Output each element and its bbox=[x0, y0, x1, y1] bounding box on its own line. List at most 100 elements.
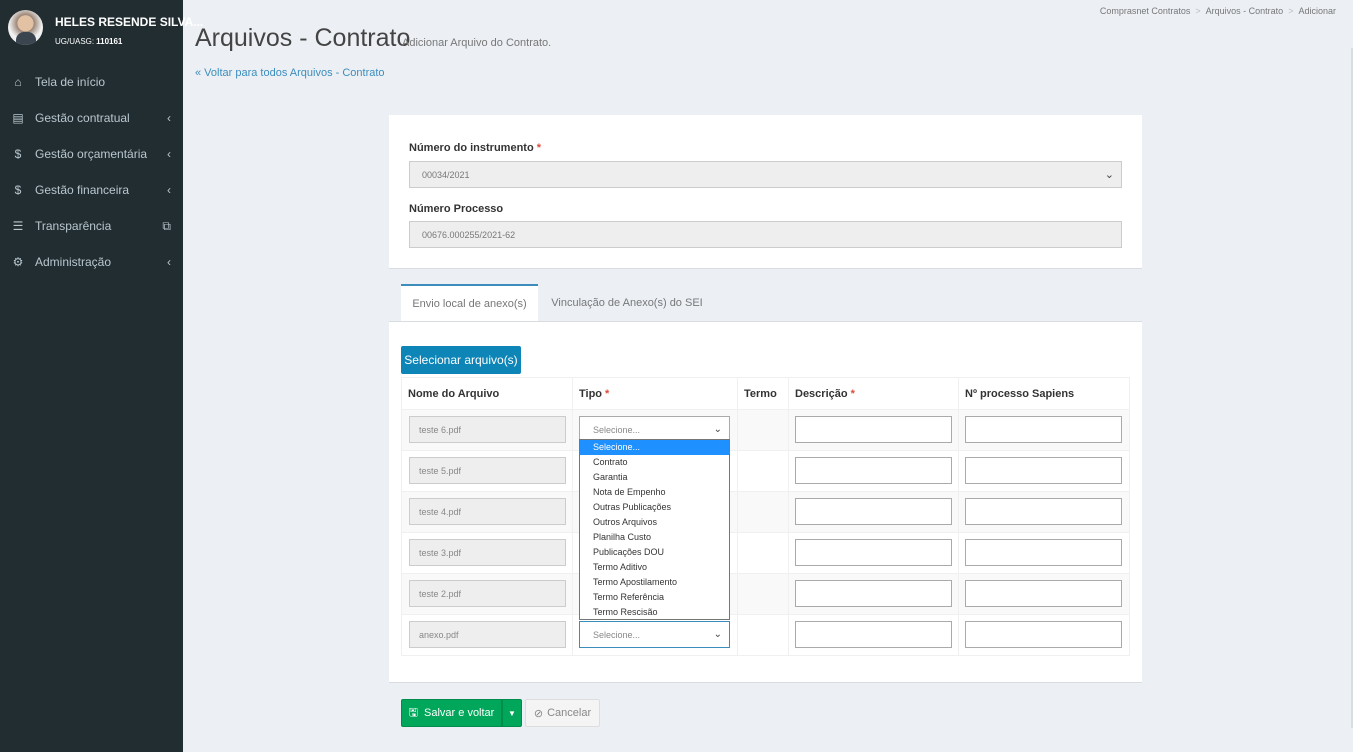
processo-sapiens-input[interactable] bbox=[965, 498, 1122, 525]
avatar[interactable] bbox=[8, 10, 43, 45]
file-name: teste 5.pdf bbox=[419, 465, 462, 476]
cancel-label: Cancelar bbox=[547, 707, 592, 719]
save-options-toggle[interactable]: ▼ bbox=[502, 699, 522, 727]
instrumento-label-text: Número do instrumento bbox=[409, 142, 534, 154]
col-nome-arquivo-header: Nome do Arquivo bbox=[401, 378, 572, 409]
user-ug: UG/UASG: 110161 bbox=[55, 37, 122, 46]
processo-value: 00676.000255/2021-62 bbox=[422, 229, 516, 240]
select-files-button[interactable]: Selecionar arquivo(s) bbox=[401, 346, 521, 374]
dropdown-option[interactable]: Publicações DOU bbox=[580, 545, 729, 560]
dropdown-option[interactable]: Termo Rescisão bbox=[580, 605, 729, 620]
processo-sapiens-input[interactable] bbox=[965, 457, 1122, 484]
file-name: anexo.pdf bbox=[419, 629, 459, 640]
chevron-left-icon: ‹ bbox=[167, 111, 171, 125]
save-button[interactable]: 🖫 Salvar e voltar bbox=[401, 699, 502, 727]
processo-label: Número Processo bbox=[409, 203, 504, 215]
column-divider bbox=[572, 377, 573, 655]
descricao-input[interactable] bbox=[795, 539, 952, 566]
file-name: teste 6.pdf bbox=[419, 424, 462, 435]
tipo-dropdown-list[interactable]: Selecione... Contrato Garantia Nota de Empe… bbox=[579, 439, 730, 620]
dollar-icon: $ bbox=[14, 147, 22, 161]
required-mark: * bbox=[605, 387, 610, 400]
file-name-field: teste 3.pdf bbox=[409, 539, 566, 566]
chevron-down-icon: ⌄ bbox=[1104, 169, 1114, 181]
sidebar: HELES RESENDE SILVA... UG/UASG: 110161 ⌂ T… bbox=[0, 0, 203, 752]
instrumento-label: Número do instrumento * bbox=[409, 142, 541, 154]
sidebar-item-gestao-financeira[interactable]: $ Gestão financeira ‹ bbox=[0, 172, 183, 208]
tab-envio-local[interactable]: Envio local de anexo(s) bbox=[401, 284, 538, 322]
file-name: teste 3.pdf bbox=[419, 547, 462, 558]
dropdown-option[interactable]: Termo Apostilamento bbox=[580, 575, 729, 590]
chevron-left-icon: ‹ bbox=[167, 183, 171, 197]
tab-vinculacao-sei[interactable]: Vinculação de Anexo(s) do SEI bbox=[541, 284, 713, 322]
sidebar-item-gestao-orcamentaria[interactable]: $ Gestão orçamentária ‹ bbox=[0, 136, 183, 172]
caret-down-icon: ▼ bbox=[508, 708, 516, 718]
processo-sapiens-input[interactable] bbox=[965, 539, 1122, 566]
external-link-icon: ⧉ bbox=[162, 218, 171, 233]
sidebar-item-label: Tela de início bbox=[35, 75, 106, 89]
file-name-field: teste 4.pdf bbox=[409, 498, 566, 525]
col-processo-sapiens-header: Nº processo Sapiens bbox=[958, 378, 1130, 409]
dropdown-option[interactable]: Outros Arquivos bbox=[580, 515, 729, 530]
sidebar-item-label: Gestão contratual bbox=[35, 111, 130, 125]
dropdown-option[interactable]: Selecione... bbox=[580, 440, 729, 455]
breadcrumb-current: Adicionar bbox=[1298, 6, 1336, 16]
sidebar-item-gestao-contratual[interactable]: ▤ Gestão contratual ‹ bbox=[0, 100, 183, 136]
dropdown-option[interactable]: Contrato bbox=[580, 455, 729, 470]
dropdown-option[interactable]: Nota de Empenho bbox=[580, 485, 729, 500]
save-label: Salvar e voltar bbox=[424, 707, 495, 719]
processo-sapiens-input[interactable] bbox=[965, 580, 1122, 607]
dropdown-option[interactable]: Termo Referência bbox=[580, 590, 729, 605]
ug-label: UG/UASG: bbox=[55, 37, 95, 46]
file-name-field: teste 5.pdf bbox=[409, 457, 566, 484]
descricao-input[interactable] bbox=[795, 621, 952, 648]
processo-sapiens-input[interactable] bbox=[965, 416, 1122, 443]
dropdown-option[interactable]: Termo Aditivo bbox=[580, 560, 729, 575]
col-descricao-header: Descrição * bbox=[788, 378, 958, 409]
file-text-icon: ▤ bbox=[12, 111, 24, 125]
column-divider bbox=[737, 377, 738, 655]
required-mark: * bbox=[536, 142, 542, 154]
column-label: Descrição bbox=[795, 387, 848, 400]
chevron-down-icon: ⌄ bbox=[713, 424, 722, 435]
tipo-value: Selecione... bbox=[593, 629, 641, 640]
tipo-select[interactable]: Selecione... ⌄ bbox=[579, 621, 730, 648]
col-tipo-header: Tipo * bbox=[572, 378, 737, 409]
col-termo-header: Termo bbox=[737, 378, 788, 409]
user-name: HELES RESENDE SILVA... bbox=[55, 15, 204, 29]
sidebar-item-label: Gestão orçamentária bbox=[35, 147, 148, 161]
breadcrumb-sep: > bbox=[1288, 6, 1294, 16]
chevron-down-icon: ⌄ bbox=[713, 629, 722, 640]
dropdown-option[interactable]: Planilha Custo bbox=[580, 530, 729, 545]
column-label: Nº processo Sapiens bbox=[965, 387, 1075, 400]
dropdown-option[interactable]: Outras Publicações bbox=[580, 500, 729, 515]
column-label: Nome do Arquivo bbox=[408, 387, 500, 400]
list-icon: ☰ bbox=[12, 219, 24, 233]
back-link[interactable]: « Voltar para todos Arquivos - Contrato bbox=[195, 67, 385, 79]
tipo-value: Selecione... bbox=[593, 424, 641, 435]
breadcrumb-arquivos[interactable]: Arquivos - Contrato bbox=[1206, 6, 1284, 16]
descricao-input[interactable] bbox=[795, 498, 952, 525]
sidebar-item-administracao[interactable]: ⚙ Administração ‹ bbox=[0, 244, 183, 280]
user-panel: HELES RESENDE SILVA... UG/UASG: 110161 bbox=[0, 0, 203, 60]
ug-value: 110161 bbox=[96, 37, 123, 46]
processo-field: 00676.000255/2021-62 bbox=[409, 221, 1122, 248]
dollar-icon: $ bbox=[14, 183, 22, 197]
sidebar-item-home[interactable]: ⌂ Tela de início bbox=[0, 64, 183, 100]
cancel-button[interactable]: ⊘ Cancelar bbox=[525, 699, 600, 727]
descricao-input[interactable] bbox=[795, 457, 952, 484]
required-mark: * bbox=[850, 387, 855, 400]
dropdown-option[interactable]: Garantia bbox=[580, 470, 729, 485]
sidebar-item-label: Gestão financeira bbox=[35, 183, 130, 197]
descricao-input[interactable] bbox=[795, 580, 952, 607]
column-divider bbox=[1129, 377, 1130, 655]
column-label: Tipo bbox=[579, 387, 603, 400]
chevron-left-icon: ‹ bbox=[167, 147, 171, 161]
instrumento-select[interactable]: 00034/2021 ⌄ bbox=[409, 161, 1122, 188]
processo-sapiens-input[interactable] bbox=[965, 621, 1122, 648]
file-name: teste 2.pdf bbox=[419, 588, 462, 599]
file-name-field: teste 6.pdf bbox=[409, 416, 566, 443]
descricao-input[interactable] bbox=[795, 416, 952, 443]
breadcrumb-home[interactable]: Comprasnet Contratos bbox=[1100, 6, 1191, 16]
sidebar-item-transparencia[interactable]: ☰ Transparência ⧉ bbox=[0, 208, 183, 244]
